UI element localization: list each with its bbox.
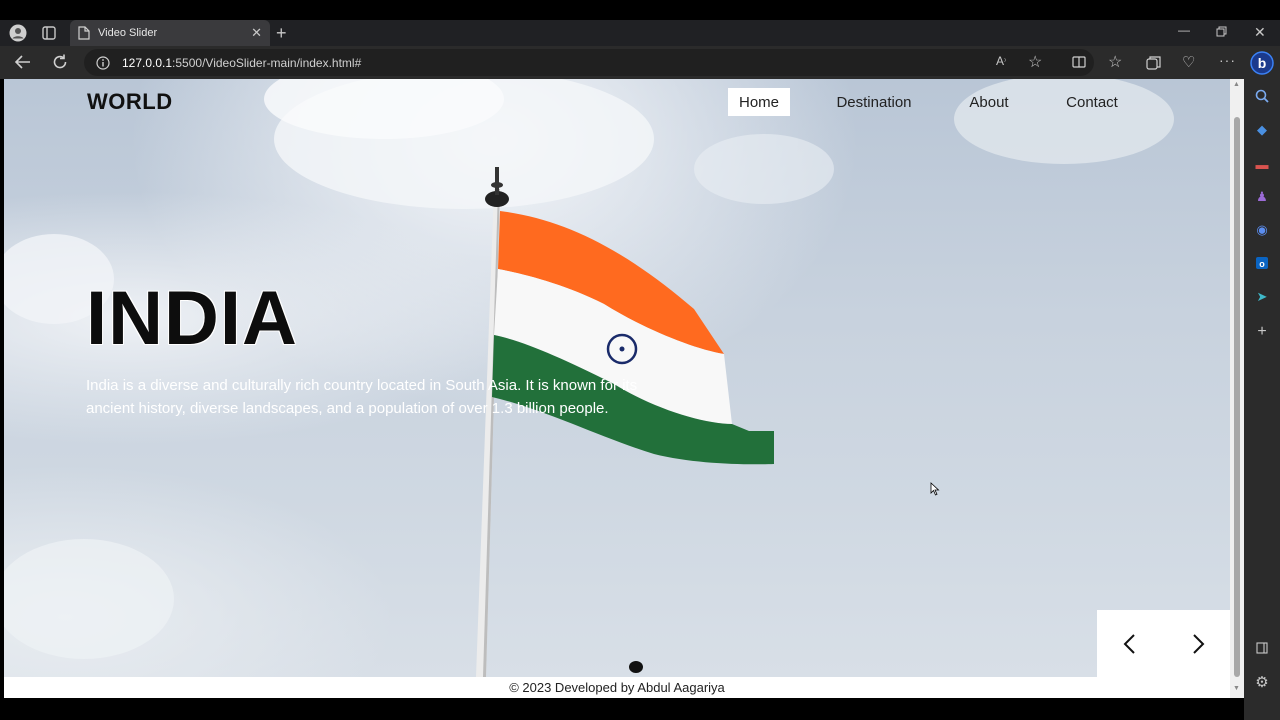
split-screen-icon[interactable] (1072, 55, 1086, 69)
svg-text:o: o (1259, 259, 1265, 269)
chevron-left-icon (1123, 634, 1135, 654)
nav-home-label: Home (738, 93, 779, 111)
microsoft-365-icon[interactable]: ◉ (1252, 220, 1272, 240)
mouse-cursor-icon (930, 482, 940, 496)
slider-controls (1097, 610, 1230, 677)
prev-slide-button[interactable] (1115, 630, 1143, 658)
nav-home[interactable]: Home (728, 88, 790, 116)
nav-destination[interactable]: Destination (824, 88, 924, 116)
favorites-icon[interactable]: ☆ (1108, 52, 1122, 72)
site-logo[interactable]: WORLD (87, 89, 173, 115)
document-icon (78, 26, 90, 40)
slide-title: INDIA (86, 276, 298, 361)
tools-briefcase-icon[interactable]: ▬ (1252, 154, 1272, 174)
search-icon[interactable] (1252, 86, 1272, 106)
next-slide-button[interactable] (1185, 630, 1213, 658)
copilot-icon[interactable]: b (1250, 51, 1274, 75)
url-path: :5500/VideoSlider-main/index.html# (172, 55, 362, 70)
hero-video-slide: WORLD Home Destination About Contact IND… (4, 79, 1230, 677)
workspaces-icon[interactable] (42, 26, 56, 40)
nav-destination-label: Destination (836, 93, 912, 111)
tab-title: Video Slider (98, 27, 158, 39)
scroll-up-icon[interactable]: ▲ (1233, 81, 1240, 88)
more-menu-icon[interactable]: ··· (1219, 52, 1236, 68)
chevron-right-icon (1193, 634, 1205, 654)
back-icon[interactable] (14, 53, 32, 71)
nav-about-label: About (969, 93, 1009, 111)
tab-video-slider[interactable]: Video Slider ✕ (70, 20, 270, 46)
refresh-icon[interactable] (51, 53, 69, 71)
nav-contact[interactable]: Contact (1054, 88, 1130, 116)
nav-about[interactable]: About (956, 88, 1022, 116)
screen: Video Slider ✕ + — ✕ 127.0.0.1:5500/Vide… (0, 0, 1280, 720)
url-text[interactable]: 127.0.0.1:5500/VideoSlider-main/index.ht… (122, 56, 361, 70)
vertical-scrollbar[interactable]: ▲ ▼ (1230, 79, 1244, 698)
toolbar: 127.0.0.1:5500/VideoSlider-main/index.ht… (0, 46, 1244, 79)
scroll-down-icon[interactable]: ▼ (1233, 685, 1240, 692)
profile-icon[interactable] (9, 24, 27, 42)
svg-text:b: b (1258, 55, 1267, 71)
close-window-icon[interactable]: ✕ (1254, 24, 1266, 41)
url-host: 127.0.0.1 (122, 55, 173, 70)
hide-sidebar-icon[interactable] (1252, 638, 1272, 658)
shopping-tag-icon[interactable]: ◆ (1252, 120, 1272, 140)
send-drop-icon[interactable]: ➤ (1252, 287, 1272, 307)
add-sidebar-app-icon[interactable]: + (1252, 322, 1272, 342)
slide-description: India is a diverse and culturally rich c… (86, 377, 638, 417)
games-icon[interactable]: ♟ (1252, 187, 1272, 207)
settings-gear-icon[interactable]: ⚙ (1252, 672, 1272, 692)
close-tab-icon[interactable]: ✕ (251, 25, 262, 41)
new-tab-icon[interactable]: + (276, 23, 287, 44)
browser-essentials-icon[interactable]: ♡ (1182, 53, 1195, 71)
edge-sidebar: b ◆ ▬ ♟ ◉ o ➤ + ⚙ (1244, 46, 1280, 720)
page-footer: © 2023 Developed by Abdul Aagariya (4, 677, 1230, 698)
scrollbar-thumb[interactable] (1234, 117, 1240, 677)
page-viewport: WORLD Home Destination About Contact IND… (4, 79, 1244, 698)
address-bar[interactable]: 127.0.0.1:5500/VideoSlider-main/index.ht… (84, 49, 1094, 76)
tab-strip: Video Slider ✕ + — ✕ (0, 20, 1280, 46)
favorite-star-icon[interactable]: ☆ (1028, 52, 1042, 72)
minimize-icon[interactable]: — (1178, 23, 1190, 37)
read-aloud-icon[interactable]: A ⁾ (996, 54, 1006, 68)
nav-contact-label: Contact (1066, 93, 1118, 111)
outlook-icon[interactable]: o (1252, 253, 1272, 273)
restore-icon[interactable] (1216, 26, 1227, 37)
collections-icon[interactable] (1146, 55, 1161, 70)
site-info-icon[interactable] (96, 55, 110, 70)
